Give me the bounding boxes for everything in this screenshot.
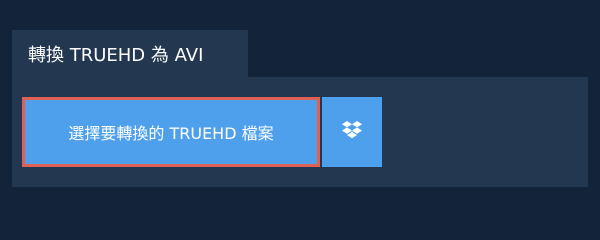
upload-buttons: 選擇要轉換的 TRUEHD 檔案 (22, 97, 382, 167)
tab-title: 轉換 TRUEHD 為 AVI (28, 44, 204, 66)
dropbox-button[interactable] (322, 97, 382, 167)
choose-file-label: 選擇要轉換的 TRUEHD 檔案 (68, 124, 274, 143)
choose-file-button[interactable]: 選擇要轉換的 TRUEHD 檔案 (22, 97, 320, 167)
converter-tab: 轉換 TRUEHD 為 AVI (12, 30, 248, 77)
dropbox-icon (342, 121, 362, 143)
